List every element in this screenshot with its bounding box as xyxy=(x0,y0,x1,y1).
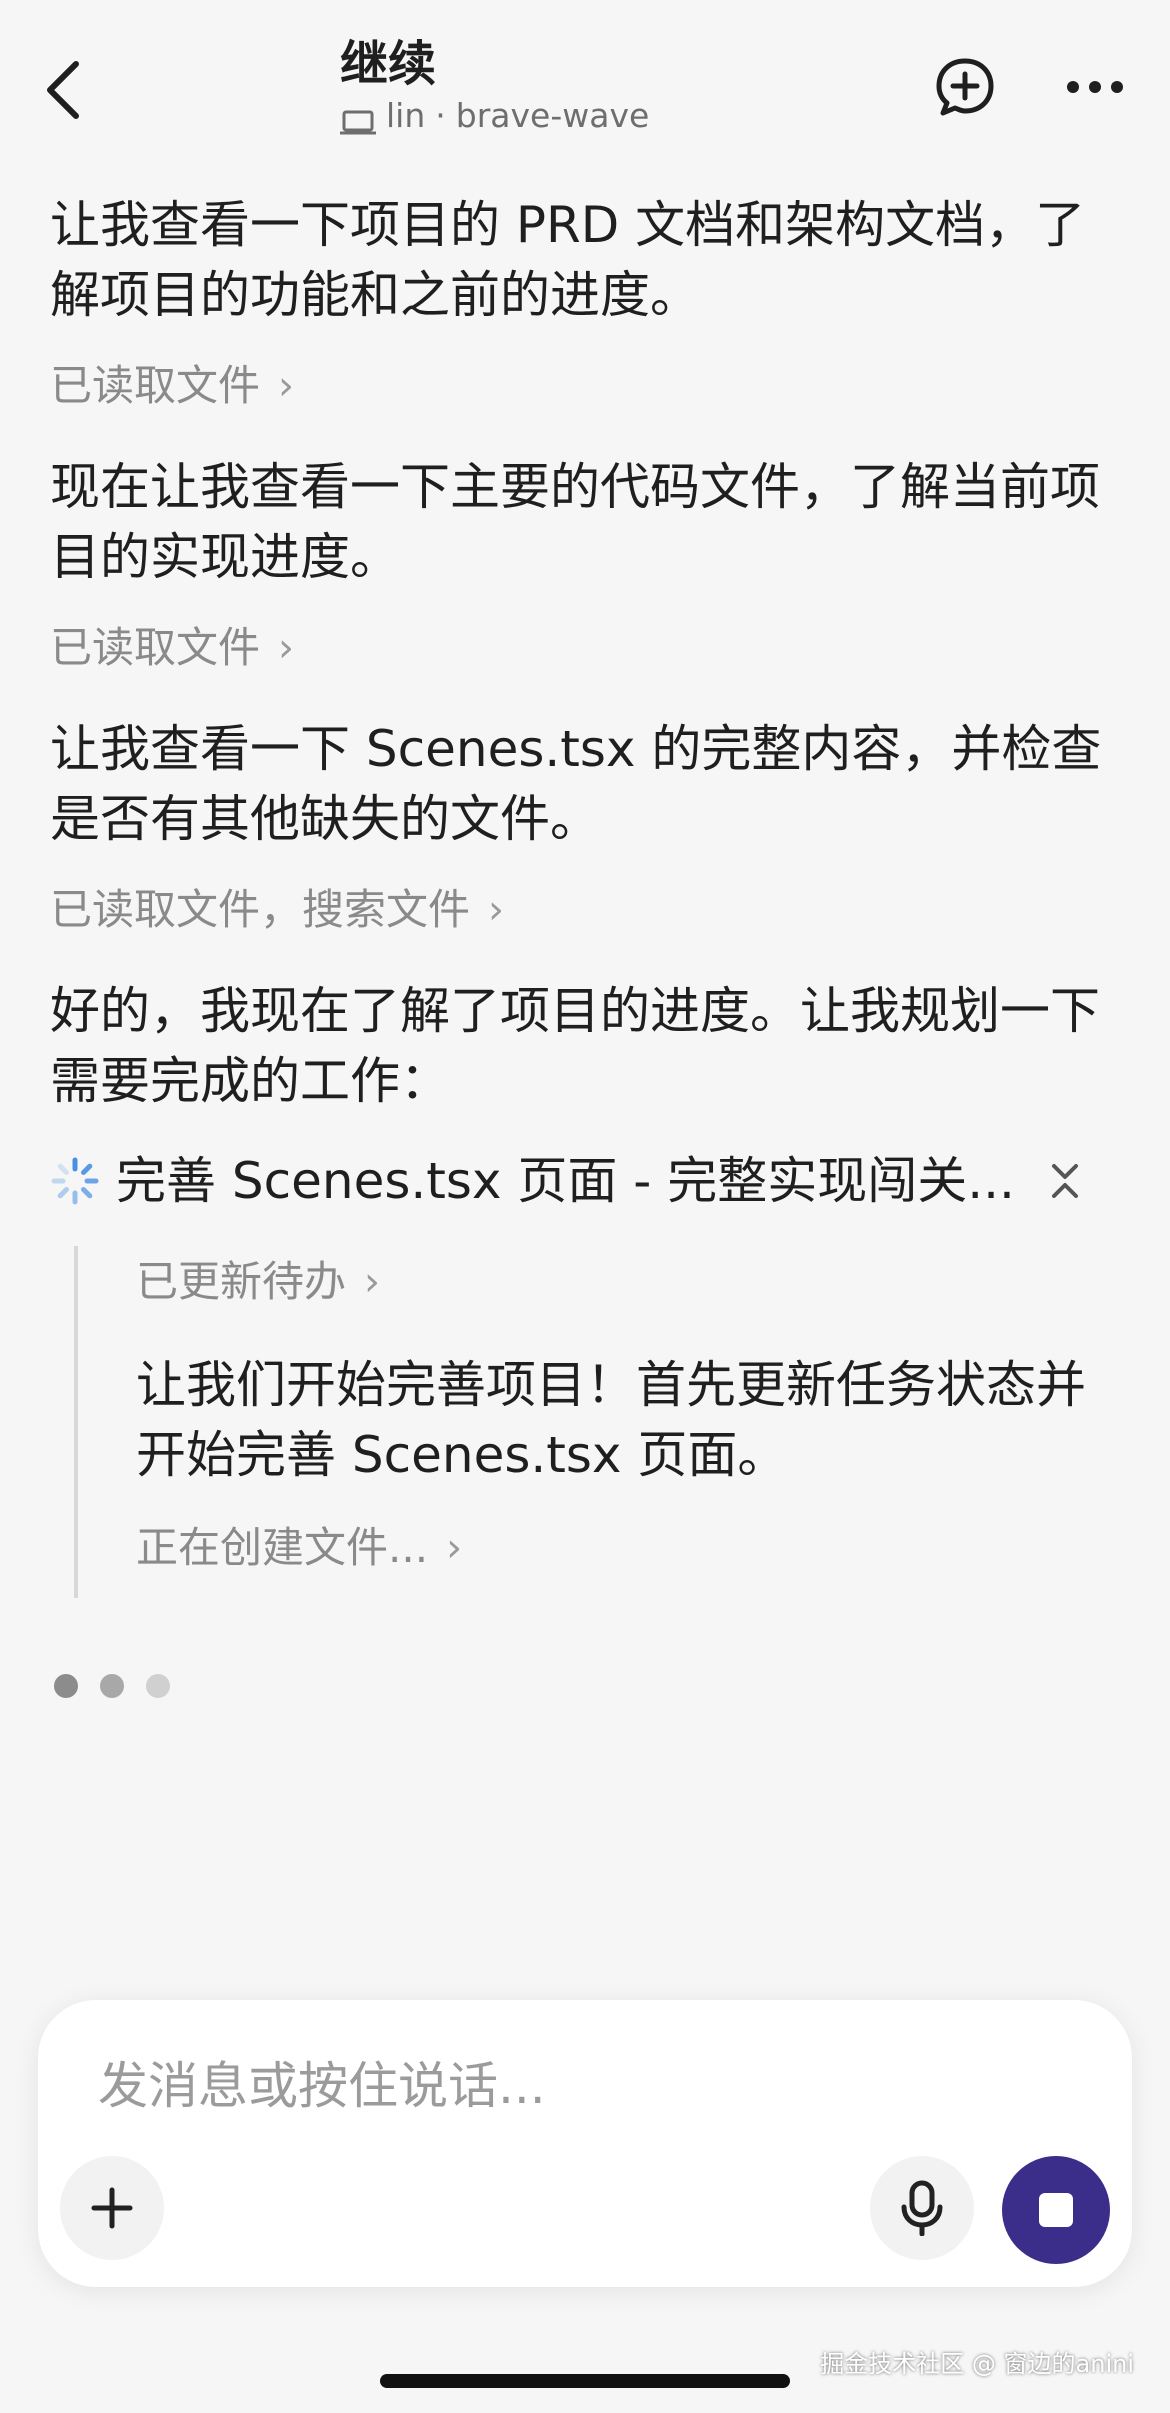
new-chat-button[interactable] xyxy=(930,52,1000,122)
collapse-icon[interactable] xyxy=(1040,1156,1090,1206)
task-title: 完善 Scenes.tsx 页面 - 完整实现闯关... xyxy=(116,1152,1015,1210)
stop-icon xyxy=(1039,2193,1073,2227)
new-chat-plus-bubble-icon xyxy=(936,58,994,116)
device-name: lin xyxy=(386,96,426,135)
read-search-files-link[interactable]: 已读取文件，搜索文件 › xyxy=(50,882,1130,938)
action-label: 已读取文件 xyxy=(50,361,261,410)
more-dots-icon xyxy=(1067,81,1123,93)
assistant-message: 让我查看一下 Scenes.tsx 的完整内容，并检查是否有其他缺失的文件。 xyxy=(50,720,1102,848)
subtitle-separator: · xyxy=(435,96,446,135)
creating-file-link[interactable]: 正在创建文件... › xyxy=(136,1520,1130,1576)
message-input[interactable]: 发消息或按住说话... xyxy=(98,2046,546,2118)
message-composer: 发消息或按住说话... xyxy=(38,2000,1132,2287)
home-indicator[interactable] xyxy=(380,2374,790,2388)
attach-button[interactable] xyxy=(60,2156,164,2260)
typing-dot xyxy=(146,1674,170,1698)
loading-spinner-icon xyxy=(51,1157,99,1205)
top-bar: 继续 lin · brave-wave xyxy=(0,0,1170,160)
task-header[interactable]: 完善 Scenes.tsx 页面 - 完整实现闯关... xyxy=(50,1146,1130,1216)
chevron-right-icon: › xyxy=(488,887,505,933)
assistant-message: 让我们开始完善项目！首先更新任务状态并开始完善 Scenes.tsx 页面。 xyxy=(136,1356,1086,1484)
project-name: brave-wave xyxy=(455,96,650,135)
typing-dot xyxy=(54,1674,78,1698)
back-button[interactable] xyxy=(40,50,100,130)
read-files-link[interactable]: 已读取文件 › xyxy=(50,358,1130,414)
action-label: 已读取文件 xyxy=(50,623,261,672)
chevron-right-icon: › xyxy=(278,363,295,409)
chevron-right-icon: › xyxy=(364,1259,381,1305)
assistant-message: 现在让我查看一下主要的代码文件，了解当前项目的实现进度。 xyxy=(50,458,1100,586)
updated-todos-link[interactable]: 已更新待办 › xyxy=(136,1254,1130,1310)
voice-button[interactable] xyxy=(870,2156,974,2260)
laptop-icon xyxy=(340,103,376,135)
back-chevron-icon xyxy=(47,61,79,119)
more-button[interactable] xyxy=(1060,52,1130,122)
header-actions xyxy=(930,52,1130,122)
stop-button[interactable] xyxy=(1002,2156,1110,2264)
plus-icon xyxy=(91,2187,133,2229)
microphone-icon xyxy=(901,2180,943,2236)
watermark: 掘金技术社区 @ 窗边的anini xyxy=(820,2350,1134,2378)
action-label: 已更新待办 xyxy=(136,1257,347,1306)
typing-dot xyxy=(100,1674,124,1698)
assistant-message: 好的，我现在了解了项目的进度。让我规划一下需要完成的工作： xyxy=(50,982,1100,1110)
chevron-right-icon: › xyxy=(278,625,295,671)
read-files-link[interactable]: 已读取文件 › xyxy=(50,620,1130,676)
action-label: 正在创建文件... xyxy=(136,1523,429,1572)
page-title: 继续 xyxy=(340,36,437,92)
task-details: 已更新待办 › 让我们开始完善项目！首先更新任务状态并开始完善 Scenes.t… xyxy=(74,1246,1130,1598)
header-title-group: 继续 lin · brave-wave xyxy=(340,34,649,138)
conversation: 让我查看一下项目的 PRD 文档和架构文档，了解项目的功能和之前的进度。 已读取… xyxy=(50,190,1130,1698)
header-subtitle: lin · brave-wave xyxy=(340,94,649,138)
typing-indicator xyxy=(54,1674,1130,1698)
assistant-message: 让我查看一下项目的 PRD 文档和架构文档，了解项目的功能和之前的进度。 xyxy=(50,196,1086,324)
chevron-right-icon: › xyxy=(446,1525,463,1571)
action-label: 已读取文件，搜索文件 xyxy=(50,885,471,934)
